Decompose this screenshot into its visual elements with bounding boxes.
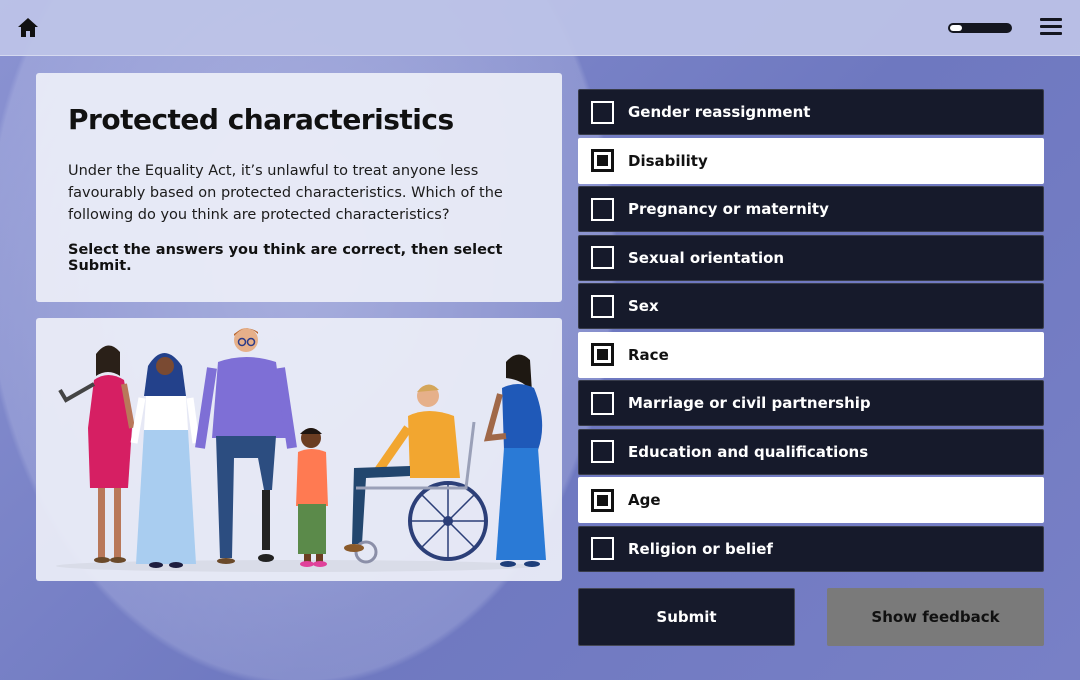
answer-option-label: Sexual orientation [628,248,785,267]
answer-option[interactable]: Education and qualifications [578,428,1044,475]
answer-option-label: Pregnancy or maternity [628,200,829,218]
hamburger-menu-icon [1040,18,1062,35]
answer-option[interactable]: Disability [578,137,1044,184]
menu-button[interactable] [1040,18,1062,38]
checkbox-checked-mark [597,155,608,166]
top-bar [0,0,1080,56]
checkbox-icon[interactable] [591,246,614,269]
person-prosthetic-leg [195,328,297,564]
answer-option-label: Age [628,491,661,509]
answer-option[interactable]: Pregnancy or maternity [578,186,1044,232]
checkbox-icon[interactable] [591,488,614,512]
checkbox-icon[interactable] [591,391,614,415]
checkbox-icon[interactable] [591,294,614,318]
checkbox-icon[interactable] [591,149,614,172]
checkbox-icon[interactable] [591,343,614,366]
answer-option[interactable]: Age [578,477,1044,523]
home-icon [18,18,38,37]
answer-option[interactable]: Sex [578,283,1044,329]
progress-bar [948,23,1012,33]
person-wheelchair [344,384,488,564]
answer-option-label: Disability [628,151,708,170]
answer-option[interactable]: Race [578,331,1044,378]
answer-option[interactable]: Gender reassignment [578,89,1044,135]
intro-card: Protected characteristics Under the Equa… [36,73,562,302]
person-child [296,428,328,567]
answer-option-label: Sex [628,297,659,315]
illustration-card [36,318,562,581]
show-feedback-button[interactable]: Show feedback [827,588,1044,646]
checkbox-checked-mark [597,349,608,360]
progress-fill [950,25,962,31]
answer-option[interactable]: Sexual orientation [578,234,1044,281]
answer-option-label: Education and qualifications [628,442,869,461]
checkbox-checked-mark [597,494,608,506]
question-text: Under the Equality Act, it’s unlawful to… [68,163,503,223]
instruction-text: Select the answers you think are correct… [68,242,503,274]
checkbox-icon[interactable] [591,440,614,463]
page-title: Protected characteristics [68,103,454,136]
home-button[interactable] [14,14,42,42]
person-hijab [130,353,200,568]
answer-option-label: Marriage or civil partnership [628,394,871,412]
answer-option[interactable]: Marriage or civil partnership [578,380,1044,426]
checkbox-icon[interactable] [591,197,614,221]
submit-button[interactable]: Submit [578,588,795,646]
checkbox-icon[interactable] [591,537,614,560]
answer-option-label: Race [628,345,669,364]
person-pregnant [483,354,546,567]
checkbox-icon[interactable] [591,100,614,124]
person-pink-dress [58,345,135,563]
diverse-people-illustration [56,328,546,572]
answer-option-label: Religion or belief [628,539,773,558]
answer-option-label: Gender reassignment [628,103,811,121]
answer-options-list: Gender reassignment Disability Pregnancy o… [578,89,1044,574]
answer-option[interactable]: Religion or belief [578,525,1044,572]
